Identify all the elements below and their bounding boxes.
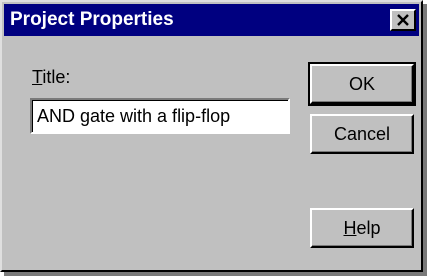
ok-button[interactable]: OK <box>308 62 416 106</box>
title-label-text: itle: <box>42 67 71 87</box>
help-button[interactable]: Help <box>310 208 414 248</box>
close-button[interactable] <box>390 9 416 31</box>
title-label-mnemonic: T <box>32 67 43 87</box>
dialog-title: Project Properties <box>10 9 174 30</box>
project-properties-dialog: Project Properties Title: OK Cancel Help <box>0 0 423 272</box>
dialog-shadow <box>423 4 427 274</box>
dialog-titlebar[interactable]: Project Properties <box>4 4 419 36</box>
help-label-mnemonic: H <box>343 217 357 238</box>
title-field-label: Title: <box>32 66 70 88</box>
cancel-button[interactable]: Cancel <box>310 114 414 154</box>
title-input[interactable] <box>30 98 290 134</box>
close-icon <box>397 14 409 26</box>
help-label-text: elp <box>356 217 381 238</box>
dialog-shadow <box>4 272 427 276</box>
